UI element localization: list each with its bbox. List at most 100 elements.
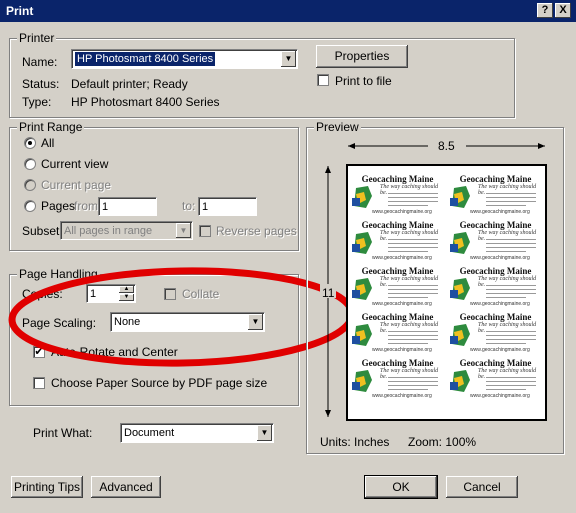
card-text-line <box>486 243 536 244</box>
printer-status-label: Status: <box>22 77 60 91</box>
printing-tips-button[interactable]: Printing Tips <box>11 476 83 498</box>
card-url: www.geocachingmaine.org <box>470 301 530 307</box>
card-title: Geocaching Maine <box>361 358 434 368</box>
card-text-line <box>486 385 536 386</box>
card-text-line <box>486 377 536 378</box>
business-card: Geocaching Maine The way caching should b… <box>350 220 445 262</box>
card-text-line <box>388 251 428 252</box>
card-logo-icon <box>450 232 470 254</box>
card-tagline: The way caching should be. <box>478 368 537 380</box>
printer-name-select[interactable]: HP Photosmart 8400 Series ▼ <box>71 49 298 69</box>
chevron-down-icon[interactable]: ▼ <box>281 51 296 67</box>
preview-height-label: 11 <box>322 286 335 300</box>
business-card: Geocaching Maine The way caching should b… <box>448 358 543 400</box>
print-what-value: Document <box>124 427 175 439</box>
card-text-line <box>486 289 536 290</box>
card-logo-icon <box>450 278 470 300</box>
card-logo-icon <box>450 370 470 392</box>
card-text-line <box>388 247 438 248</box>
radio-all-label: All <box>41 136 55 150</box>
card-logo-icon <box>450 186 470 208</box>
preview-label: Preview <box>314 120 361 134</box>
ok-button[interactable]: OK <box>364 475 438 499</box>
radio-current-page-label: Current page <box>41 178 112 192</box>
print-to-file-checkbox[interactable] <box>317 74 329 86</box>
properties-button[interactable]: Properties <box>316 45 408 68</box>
card-title: Geocaching Maine <box>459 266 532 276</box>
advanced-button[interactable]: Advanced <box>91 476 161 498</box>
help-button[interactable]: ? <box>537 3 553 18</box>
card-tagline: The way caching should be. <box>478 276 537 288</box>
card-url: www.geocachingmaine.org <box>470 393 530 399</box>
pages-from-input[interactable]: 1 <box>98 197 157 216</box>
reverse-pages-label: Reverse pages <box>216 224 297 238</box>
card-logo-icon <box>352 278 372 300</box>
card-text-line <box>486 297 526 298</box>
subset-label: Subset: <box>22 224 63 238</box>
card-url: www.geocachingmaine.org <box>372 209 432 215</box>
card-tagline: The way caching should be. <box>380 184 439 196</box>
printer-type-label: Type: <box>22 95 52 109</box>
close-button[interactable]: X <box>555 3 571 18</box>
card-title: Geocaching Maine <box>361 220 434 230</box>
zoom-label: Zoom: 100% <box>408 435 477 449</box>
card-tagline: The way caching should be. <box>380 276 439 288</box>
card-text-line <box>486 381 536 382</box>
card-text-line <box>388 339 438 340</box>
card-text-line <box>486 293 536 294</box>
business-card: Geocaching Maine The way caching should b… <box>350 312 445 354</box>
business-card: Geocaching Maine The way caching should b… <box>350 358 445 400</box>
card-text-line <box>486 251 526 252</box>
card-logo-icon <box>352 324 372 346</box>
card-url: www.geocachingmaine.org <box>470 347 530 353</box>
card-title: Geocaching Maine <box>459 312 532 322</box>
radio-current-page <box>24 179 36 191</box>
title-bar: Print ? X <box>0 0 576 22</box>
card-tagline: The way caching should be. <box>478 322 537 334</box>
reverse-pages-checkbox <box>199 225 211 237</box>
card-text-line <box>388 297 428 298</box>
chevron-down-icon[interactable]: ▼ <box>257 425 272 441</box>
card-tagline: The way caching should be. <box>380 368 439 380</box>
card-text-line <box>486 343 526 344</box>
card-text-line <box>388 377 438 378</box>
card-url: www.geocachingmaine.org <box>372 301 432 307</box>
card-logo-icon <box>352 370 372 392</box>
print-what-label: Print What: <box>33 426 93 440</box>
window-title: Print <box>6 4 34 18</box>
card-tagline: The way caching should be. <box>380 230 439 242</box>
print-to-file-label: Print to file <box>335 74 392 88</box>
card-text-line <box>388 331 438 332</box>
card-text-line <box>388 285 438 286</box>
card-title: Geocaching Maine <box>459 220 532 230</box>
card-text-line <box>388 201 438 202</box>
radio-pages[interactable] <box>24 200 36 212</box>
print-what-select[interactable]: Document ▼ <box>120 423 274 443</box>
business-card: Geocaching Maine The way caching should b… <box>448 266 543 308</box>
card-text-line <box>388 343 428 344</box>
printer-name-label: Name: <box>22 55 58 69</box>
card-text-line <box>486 331 536 332</box>
radio-current-view[interactable] <box>24 158 36 170</box>
card-text-line <box>486 389 526 390</box>
card-url: www.geocachingmaine.org <box>372 255 432 261</box>
card-text-line <box>486 205 526 206</box>
card-tagline: The way caching should be. <box>478 184 537 196</box>
radio-all[interactable] <box>24 137 36 149</box>
card-text-line <box>388 389 428 390</box>
preview-width-label: 8.5 <box>438 139 455 153</box>
card-text-line <box>388 289 438 290</box>
card-title: Geocaching Maine <box>459 174 532 184</box>
pages-to-input[interactable]: 1 <box>198 197 257 216</box>
preview-page: Geocaching Maine The way caching should b… <box>346 164 547 421</box>
card-title: Geocaching Maine <box>361 312 434 322</box>
card-text-line <box>486 247 536 248</box>
cancel-button[interactable]: Cancel <box>446 476 518 498</box>
card-text-line <box>486 335 536 336</box>
card-text-line <box>388 293 438 294</box>
card-text-line <box>388 205 428 206</box>
card-url: www.geocachingmaine.org <box>470 255 530 261</box>
card-text-line <box>388 381 438 382</box>
print-range-label: Print Range <box>17 120 85 134</box>
card-text-line <box>388 197 438 198</box>
